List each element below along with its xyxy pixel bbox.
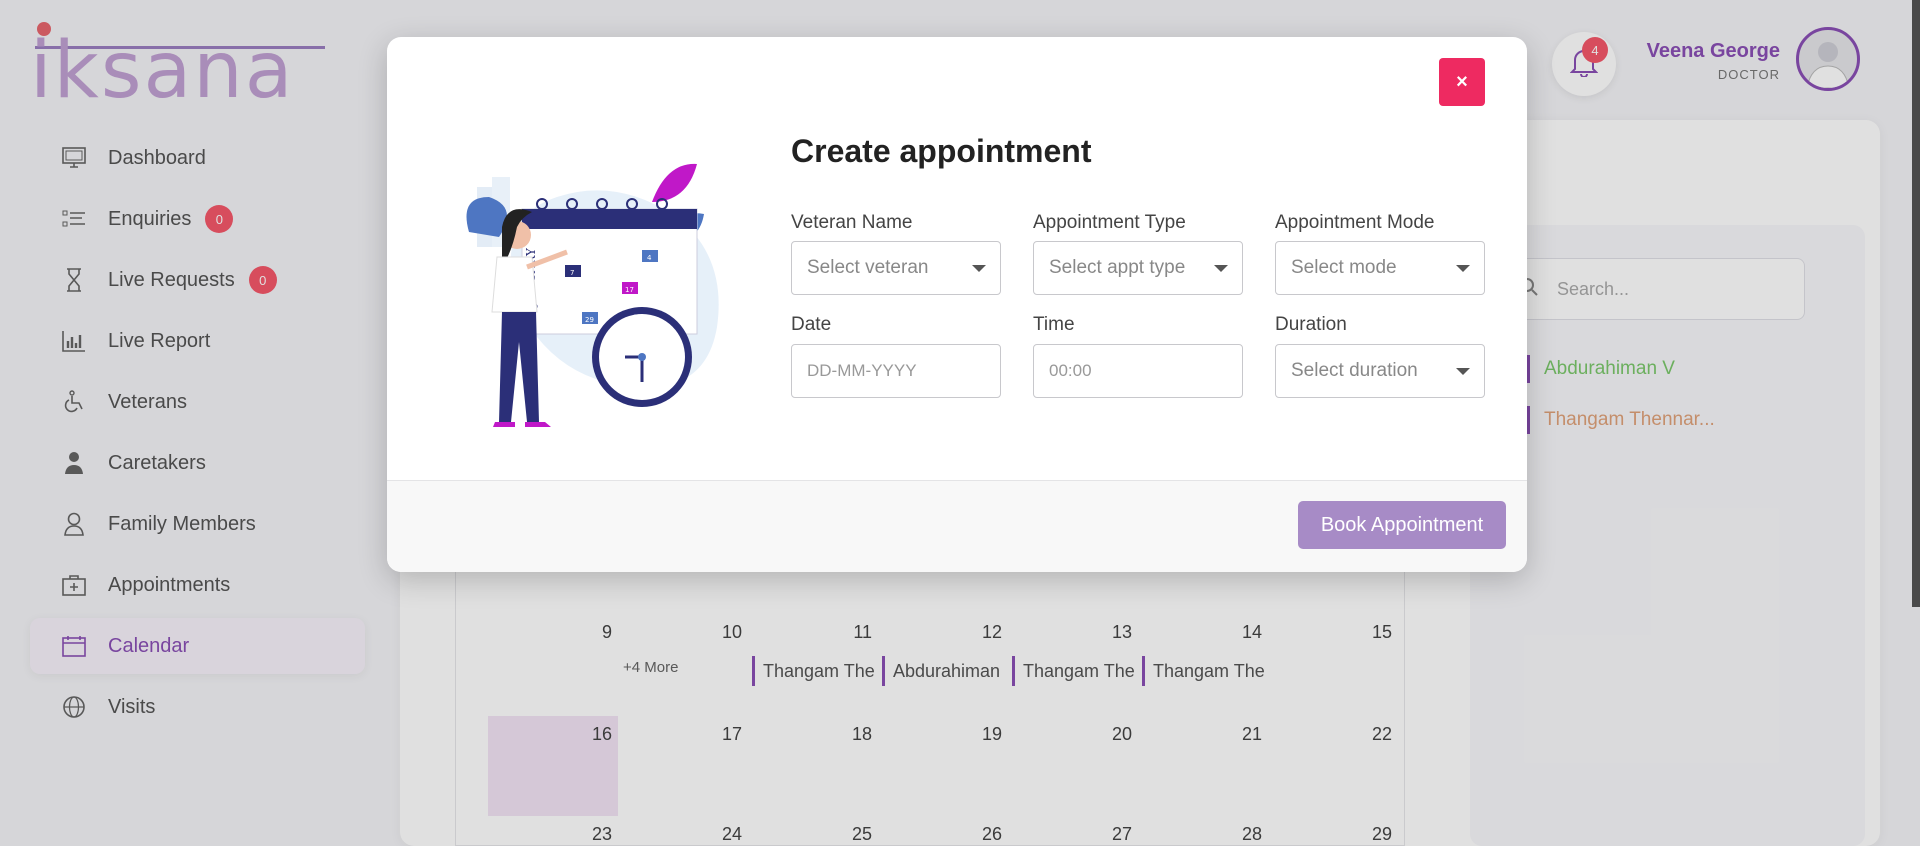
calendar-illustration: JANUARY 7 4 17 29 <box>457 157 722 432</box>
book-appointment-button[interactable]: Book Appointment <box>1298 501 1506 549</box>
illustration-date: 7 <box>570 269 574 277</box>
date-label: Date <box>791 314 832 335</box>
select-placeholder: Select duration <box>1291 360 1418 381</box>
time-label: Time <box>1033 314 1075 335</box>
modal-title: Create appointment <box>791 133 1092 169</box>
illustration-date: 29 <box>585 316 594 324</box>
date-placeholder: DD-MM-YYYY <box>807 361 917 380</box>
time-placeholder: 00:00 <box>1049 361 1092 380</box>
chevron-down-icon <box>1456 368 1470 375</box>
illustration-date: 17 <box>625 286 634 294</box>
select-placeholder: Select mode <box>1291 257 1397 278</box>
appointment-type-label: Appointment Type <box>1033 212 1186 233</box>
appointment-mode-select[interactable]: Select mode <box>1275 241 1485 295</box>
veteran-select[interactable]: Select veteran <box>791 241 1001 295</box>
date-field[interactable]: DD-MM-YYYY <box>791 344 1001 398</box>
chevron-down-icon <box>1214 265 1228 272</box>
time-field[interactable]: 00:00 <box>1033 344 1243 398</box>
chevron-down-icon <box>972 265 986 272</box>
select-placeholder: Select veteran <box>807 257 929 278</box>
chevron-down-icon <box>1456 265 1470 272</box>
select-placeholder: Select appt type <box>1049 257 1186 278</box>
duration-select[interactable]: Select duration <box>1275 344 1485 398</box>
illustration-date: 4 <box>647 254 652 262</box>
create-appointment-modal: × JANUARY 7 4 17 29 <box>387 37 1527 572</box>
modal-footer: Book Appointment <box>387 480 1527 572</box>
close-button[interactable]: × <box>1439 58 1485 106</box>
veteran-name-label: Veteran Name <box>791 212 913 233</box>
appointment-type-select[interactable]: Select appt type <box>1033 241 1243 295</box>
duration-label: Duration <box>1275 314 1347 335</box>
appointment-mode-label: Appointment Mode <box>1275 212 1435 233</box>
